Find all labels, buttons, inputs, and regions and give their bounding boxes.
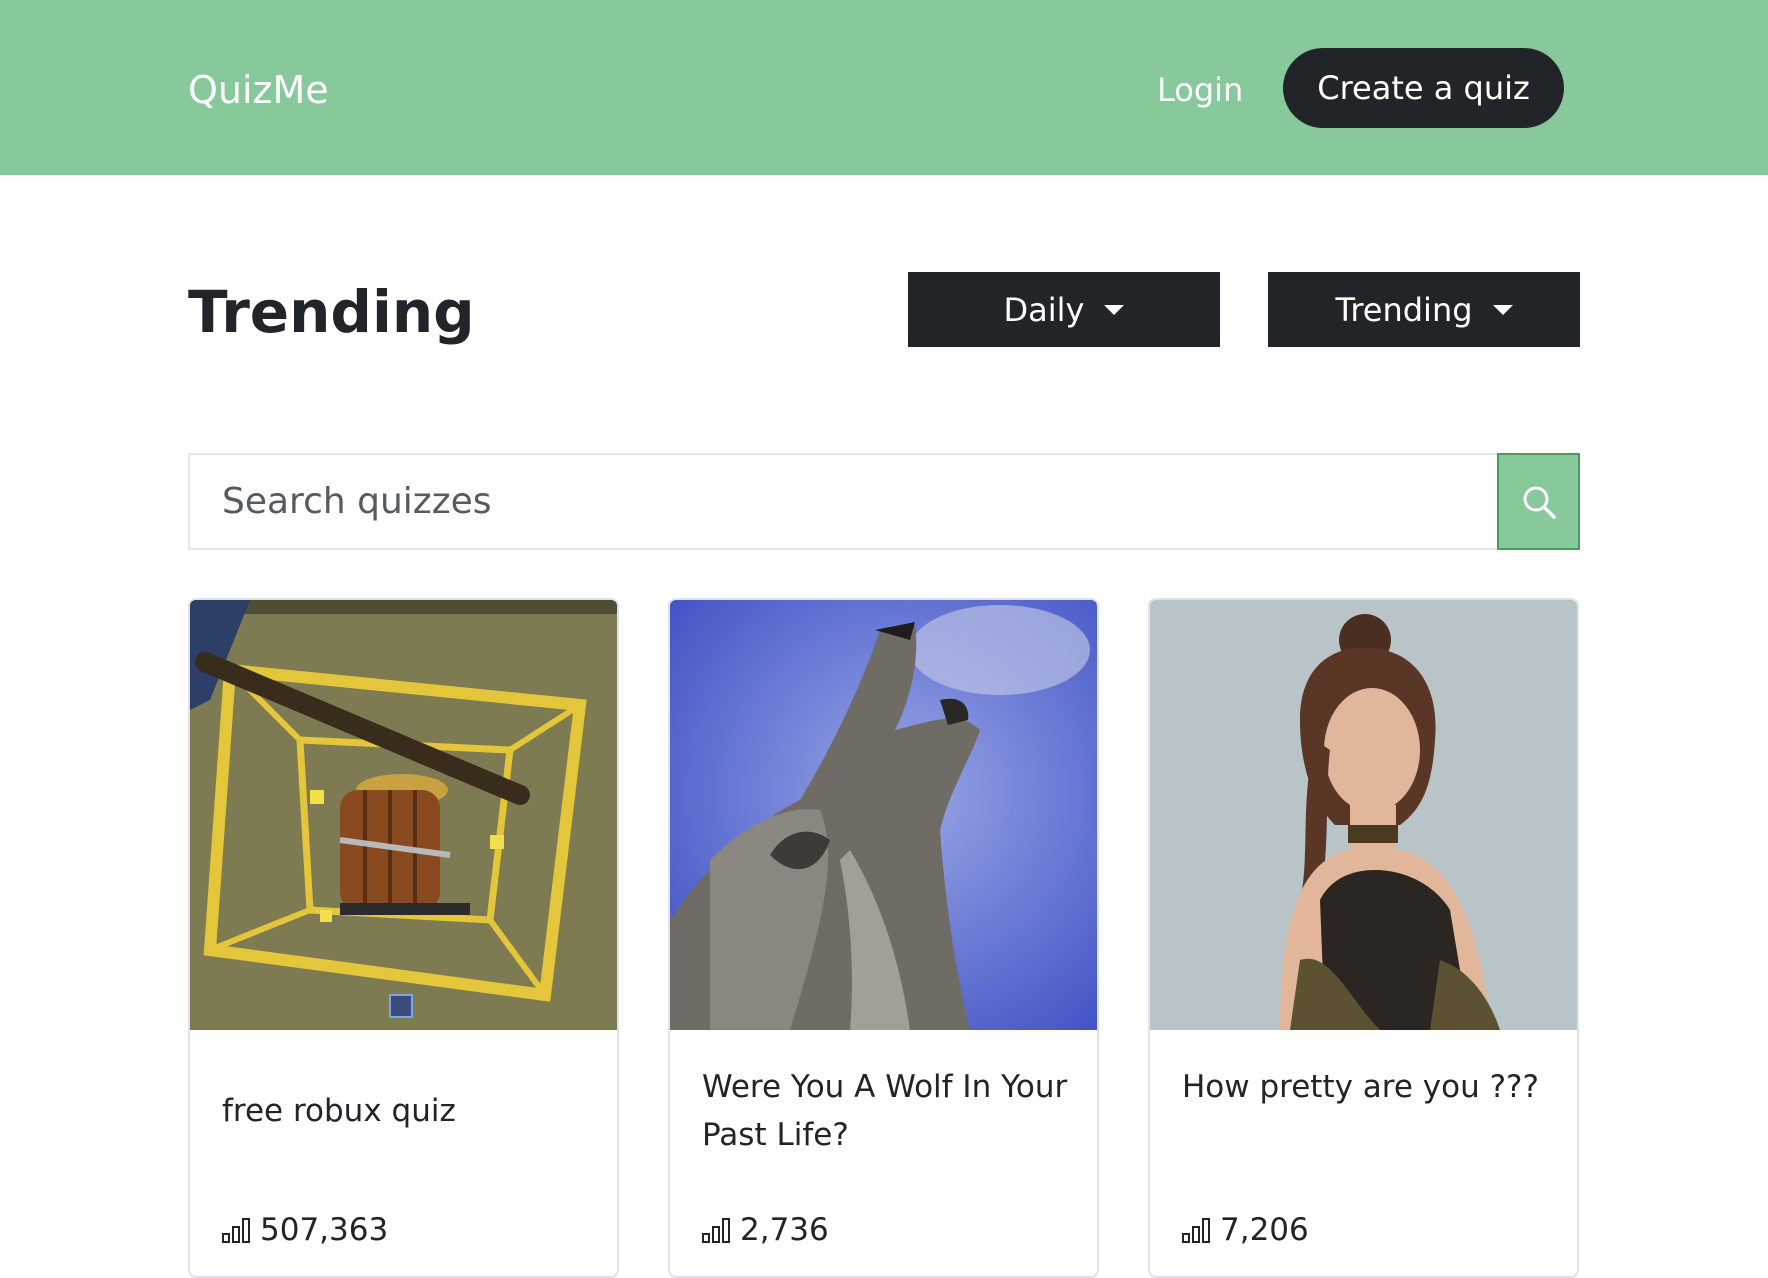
quiz-card[interactable]: Were You A Wolf In Your Past Life? 2,736: [668, 598, 1099, 1278]
caret-down-icon: [1104, 304, 1125, 315]
bar-chart-icon: [702, 1218, 730, 1243]
quiz-card-title[interactable]: How pretty are you ???: [1182, 1063, 1552, 1111]
quiz-card-plays: 2,736: [702, 1210, 829, 1250]
quiz-card-plays-count: 507,363: [260, 1212, 389, 1248]
roblox-treasure-chest-image: [190, 600, 617, 1030]
sort-dropdown[interactable]: Trending: [1268, 272, 1580, 347]
navbar: QuizMe Login Create a quiz: [0, 0, 1768, 175]
bar-chart-icon: [1182, 1218, 1210, 1243]
search-input[interactable]: [188, 453, 1498, 550]
quiz-card-title[interactable]: Were You A Wolf In Your Past Life?: [702, 1063, 1072, 1159]
create-quiz-button[interactable]: Create a quiz: [1283, 48, 1564, 128]
sort-dropdown-label: Trending: [1335, 290, 1473, 329]
login-link[interactable]: Login: [1157, 64, 1243, 116]
quiz-card-plays-count: 7,206: [1220, 1212, 1309, 1248]
period-dropdown-label: Daily: [1003, 290, 1085, 329]
quiz-card-plays: 7,206: [1182, 1210, 1309, 1250]
woman-portrait-image: [1150, 600, 1577, 1030]
quiz-card[interactable]: How pretty are you ??? 7,206: [1148, 598, 1579, 1278]
brand-logo[interactable]: QuizMe: [188, 64, 329, 116]
quiz-card-title[interactable]: free robux quiz: [222, 1087, 592, 1135]
search-button[interactable]: [1497, 453, 1580, 550]
quiz-card-plays: 507,363: [222, 1210, 388, 1250]
page-title: Trending: [188, 278, 475, 346]
howling-wolf-image: [670, 600, 1097, 1030]
period-dropdown[interactable]: Daily: [908, 272, 1220, 347]
search-icon: [1523, 486, 1556, 519]
caret-down-icon: [1492, 304, 1513, 315]
quiz-card[interactable]: free robux quiz 507,363: [188, 598, 619, 1278]
quiz-card-plays-count: 2,736: [740, 1212, 829, 1248]
bar-chart-icon: [222, 1218, 250, 1243]
